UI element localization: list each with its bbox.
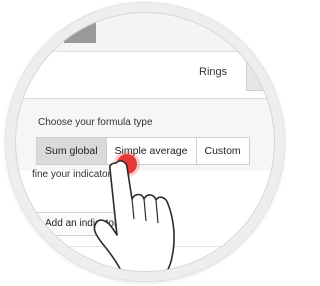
tutorial-stage: Rings Choose your formula type Sum globa…: [0, 0, 292, 286]
top-bar: [6, 3, 284, 52]
rings-button[interactable]: [246, 55, 284, 91]
options-bar: [6, 52, 284, 99]
formula-type-heading: Choose your formula type: [38, 117, 153, 128]
ring-icon: [257, 65, 273, 81]
magnifier-lens: Rings Choose your formula type Sum globa…: [6, 3, 284, 281]
pointing-hand-icon: [93, 160, 175, 281]
rings-label: Rings: [199, 66, 228, 78]
header-tab[interactable]: [64, 3, 96, 43]
